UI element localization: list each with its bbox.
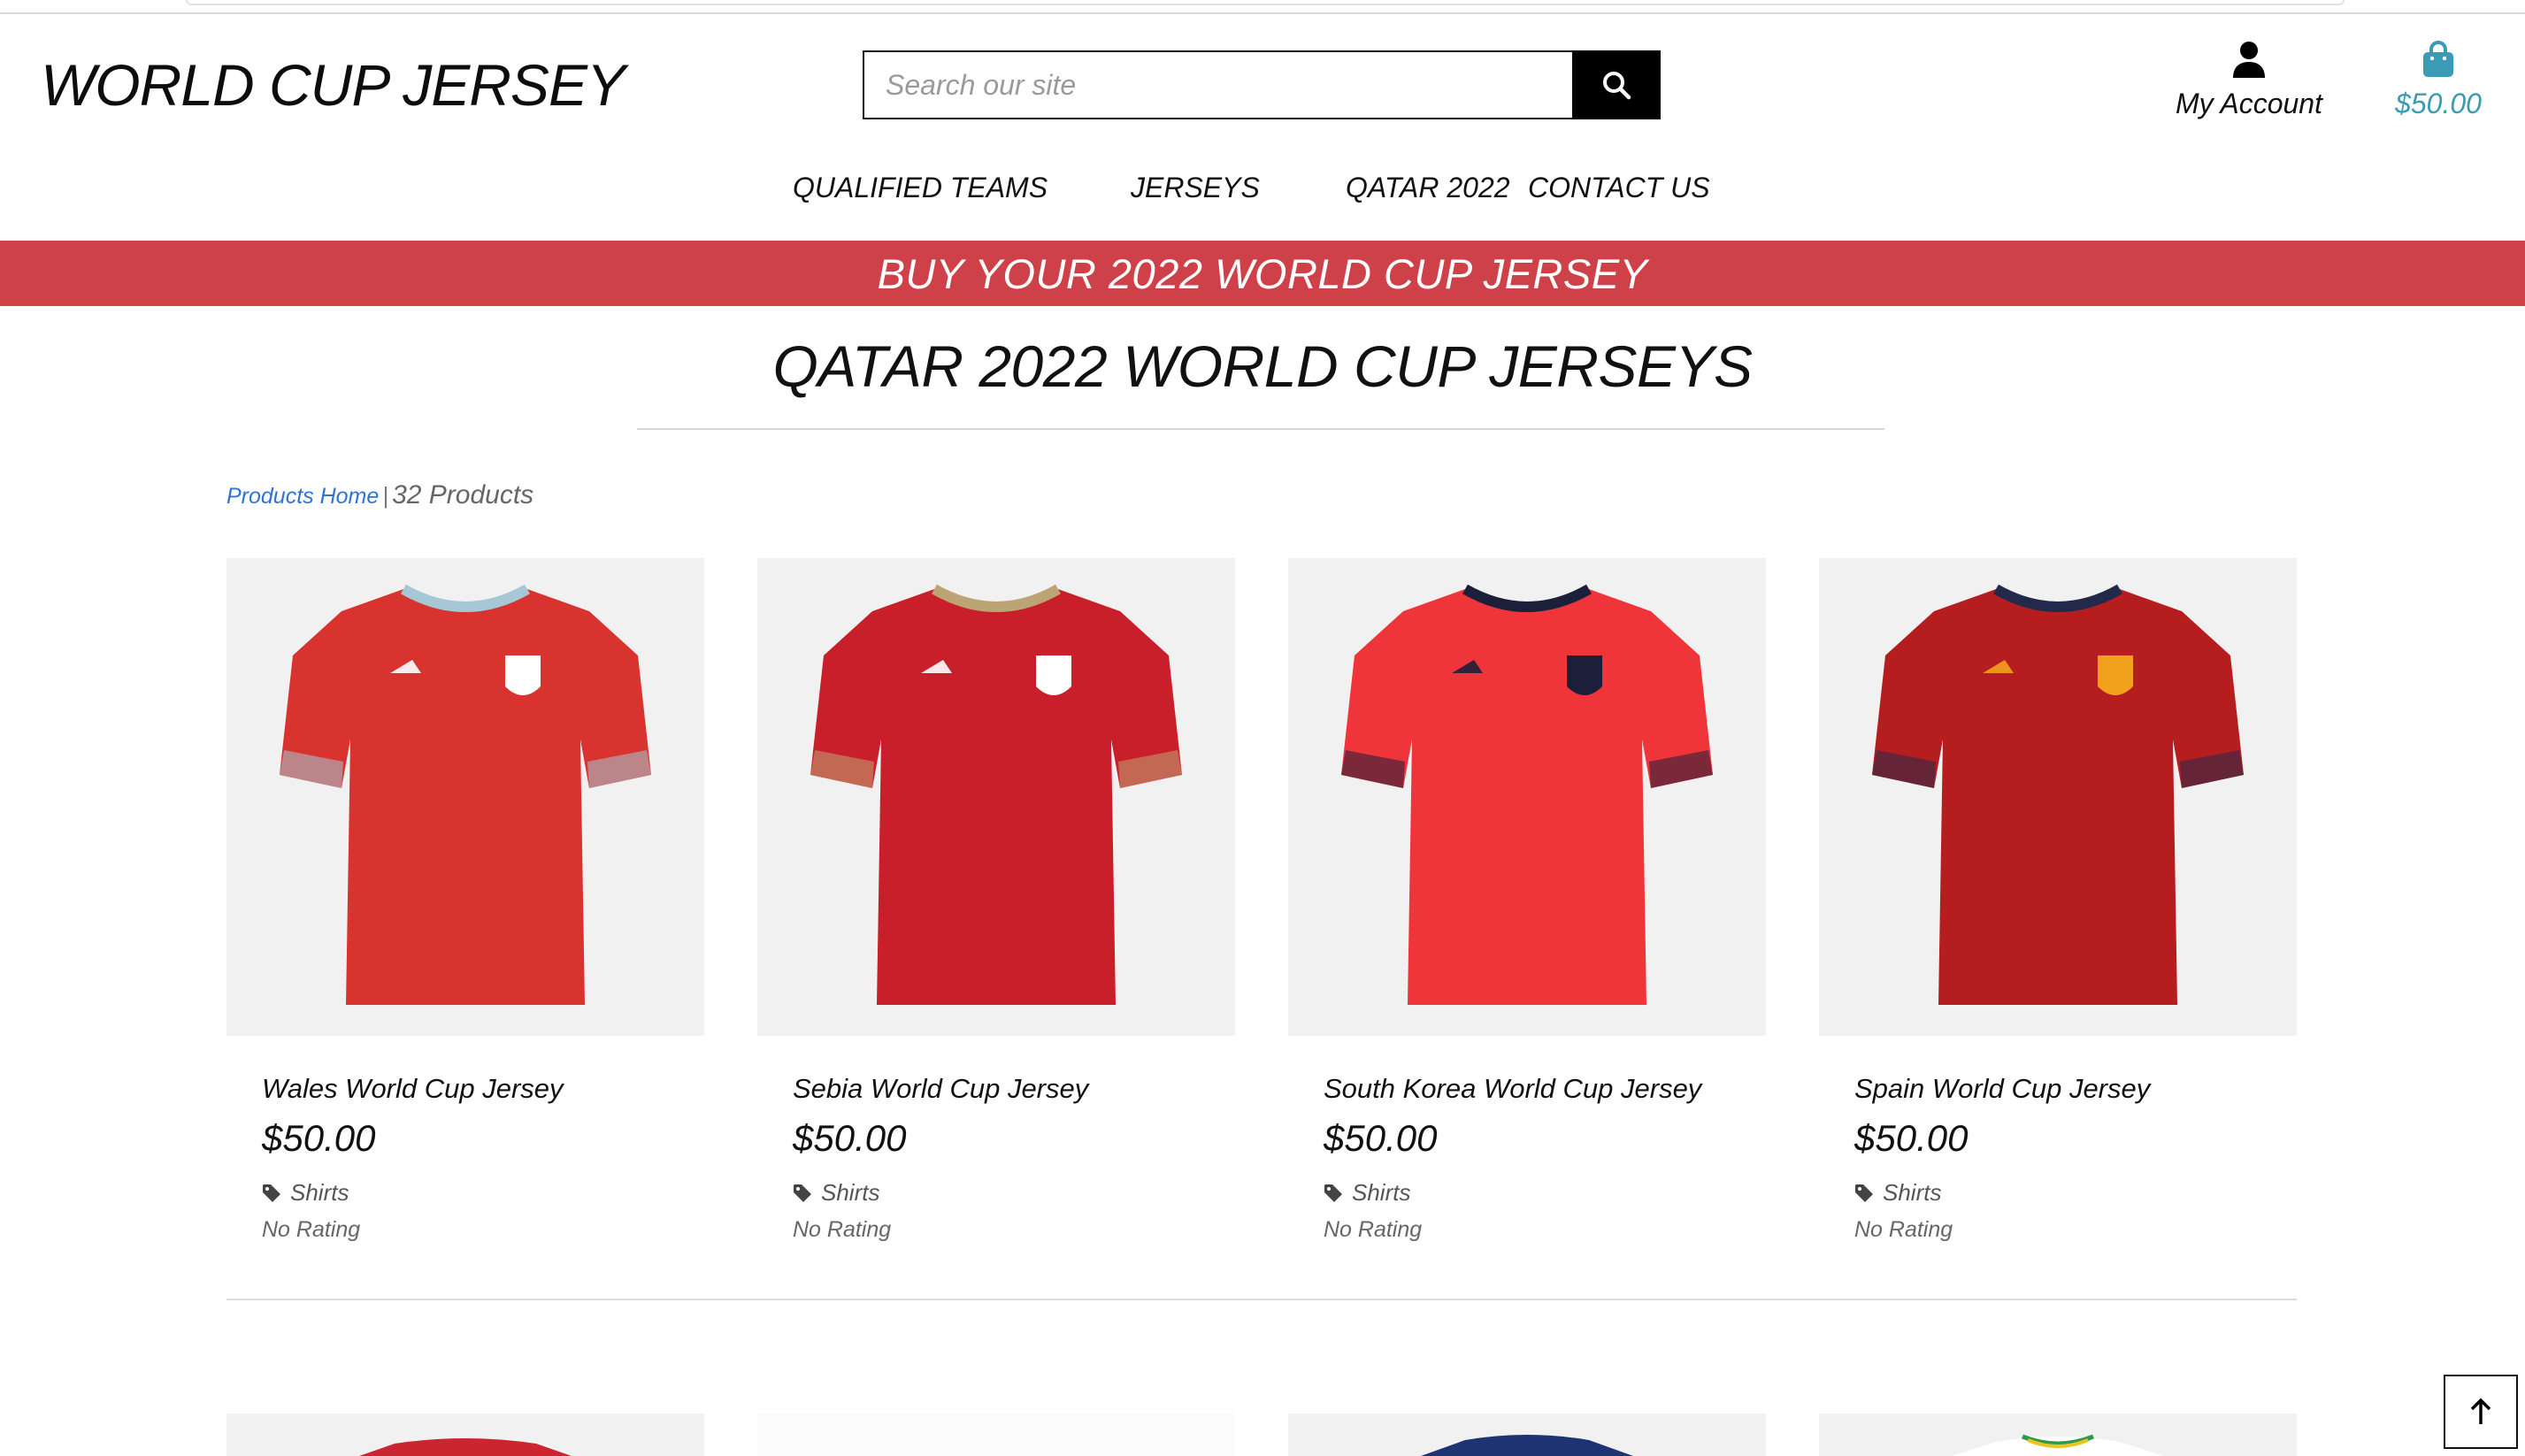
tag-icon [793,1184,812,1203]
nav-qatar-2022[interactable]: QATAR 2022 [1346,172,1510,204]
product-image[interactable] [1288,558,1766,1036]
product-category-label: Shirts [1352,1179,1411,1206]
product-count: 32 Products [392,480,534,510]
breadcrumb: Products Home | 32 Products [226,478,533,510]
nav-qualified-teams[interactable]: QUALIFIED TEAMS [793,172,1048,204]
top-bar-edge [186,0,2345,5]
product-category[interactable]: Shirts [1854,1179,2297,1207]
tag-icon [262,1184,281,1203]
product-card[interactable]: Wales World Cup Jersey $50.00 Shirts No … [226,558,704,1243]
product-category[interactable]: Shirts [793,1179,1235,1207]
product-name[interactable]: Wales World Cup Jersey [262,1073,704,1105]
product-category[interactable]: Shirts [262,1179,704,1207]
product-price: $50.00 [1324,1117,1438,1159]
tag-icon [1324,1184,1343,1203]
promo-banner-text: BUY YOUR 2022 WORLD CUP JERSEY [877,249,1648,297]
grid-divider [226,1299,2297,1300]
breadcrumb-separator: | [382,482,389,509]
nav-contact-us[interactable]: CONTACT US [1528,172,1710,204]
promo-banner: BUY YOUR 2022 WORLD CUP JERSEY [0,241,2525,306]
product-rating: No Rating [262,1217,361,1242]
product-image[interactable] [1819,558,2297,1036]
my-account-label: My Account [2176,88,2322,119]
product-card[interactable]: South Korea World Cup Jersey $50.00 Shir… [1288,558,1766,1243]
product-image[interactable] [757,1414,1235,1456]
product-category-label: Shirts [290,1179,349,1206]
user-icon [2233,42,2265,78]
product-name[interactable]: Spain World Cup Jersey [1854,1073,2297,1105]
product-card[interactable]: Spain World Cup Jersey $50.00 Shirts No … [1819,558,2297,1243]
cart-link[interactable]: $50.00 [2376,41,2500,120]
product-category-label: Shirts [1883,1179,1942,1206]
product-rating: No Rating [1324,1217,1423,1242]
cart-total: $50.00 [2395,88,2482,119]
search-form [863,50,1661,119]
jersey-image [1872,584,2244,1005]
back-to-top-button[interactable] [2444,1375,2518,1449]
search-button[interactable] [1572,50,1661,119]
jersey-image [280,584,651,1005]
product-rating: No Rating [793,1217,892,1242]
arrow-up-icon [2470,1398,2491,1424]
page-title: QATAR 2022 WORLD CUP JERSEYS [772,333,1753,399]
product-price: $50.00 [1854,1117,1969,1159]
product-image[interactable] [757,558,1235,1036]
product-price: $50.00 [793,1117,907,1159]
product-category[interactable]: Shirts [1324,1179,1766,1207]
products-home-link[interactable]: Products Home [226,484,379,509]
shopping-bag-icon [2423,41,2453,77]
product-price: $50.00 [262,1117,376,1159]
nav-jerseys[interactable]: JERSEYS [1131,172,1260,204]
search-input[interactable] [863,50,1572,119]
jersey-image [810,584,1182,1005]
search-icon [1603,72,1631,100]
product-image[interactable] [226,558,704,1036]
product-name[interactable]: Sebia World Cup Jersey [793,1073,1235,1105]
product-rating: No Rating [1854,1217,1953,1242]
product-image[interactable] [226,1414,704,1456]
tag-icon [1854,1184,1874,1203]
product-name[interactable]: South Korea World Cup Jersey [1324,1073,1766,1105]
my-account-link[interactable]: My Account [2168,41,2330,120]
browser-top-edge [0,0,2525,14]
product-image[interactable] [1288,1414,1766,1456]
site-logo[interactable]: WORLD CUP JERSEY [41,51,625,119]
product-image[interactable] [1819,1414,2297,1456]
main-nav: QUALIFIED TEAMS JERSEYS QATAR 2022 CONTA… [0,172,2525,216]
product-category-label: Shirts [821,1179,880,1206]
product-grid-row-2 [226,1414,2297,1456]
product-card[interactable]: Sebia World Cup Jersey $50.00 Shirts No … [757,558,1235,1243]
jersey-image [1341,584,1713,1005]
title-divider [637,428,1884,430]
